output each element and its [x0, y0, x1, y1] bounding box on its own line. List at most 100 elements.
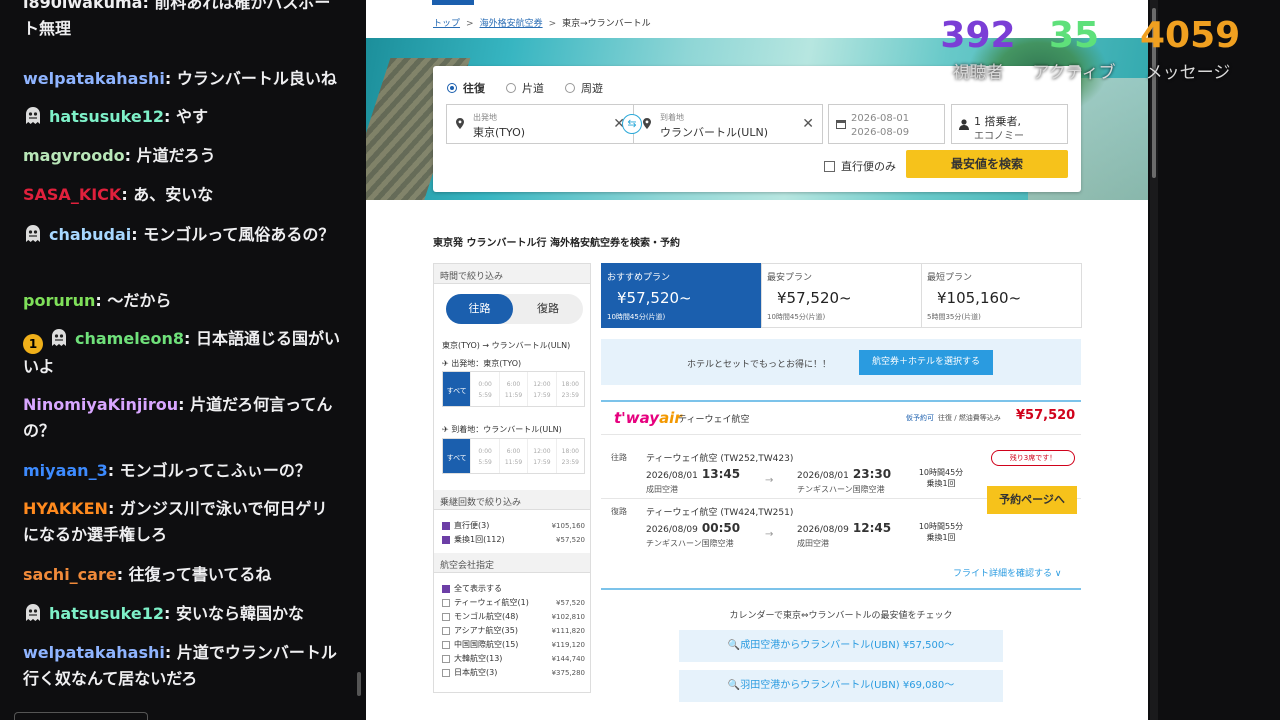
trip-type-roundtrip[interactable]: 往復: [447, 80, 485, 96]
page-scrollbar[interactable]: [1150, 0, 1158, 720]
plan-recommended[interactable]: おすすめプラン ¥57,520~ 10時間45分(片道): [601, 263, 762, 328]
website-viewport: トップ > 海外格安航空券 > 東京→ウランバートル 往復 片道 周遊 出発地 東京(T…: [366, 0, 1148, 720]
flight-detail-link[interactable]: フライト詳細を確認する ∨: [953, 566, 1061, 579]
breadcrumb: トップ > 海外格安航空券 > 東京→ウランバートル: [433, 19, 651, 29]
time-slot[interactable]: 18:00 23:59: [555, 372, 584, 406]
return-flight: ティーウェイ航空 (TW424,TW251): [646, 508, 794, 518]
swap-icon[interactable]: ⇆: [622, 114, 642, 134]
chat-message: HYAKKEN: ガンジス川で泳いで何日ゲリになるか選手権しろ: [23, 499, 328, 544]
stops-option-direct[interactable]: 直行便(3) ¥105,160: [442, 520, 585, 531]
plan-cheapest[interactable]: 最安プラン ¥57,520~ 10時間45分(片道): [761, 263, 922, 328]
haneda-calendar-button[interactable]: 🔍羽田空港からウランバートル(UBN) ¥69,080～: [679, 670, 1003, 702]
time-slot-all[interactable]: すべて: [443, 439, 471, 473]
time-slot[interactable]: 0:00 5:59: [470, 372, 498, 406]
return-label: 復路: [611, 507, 627, 516]
destination-value: ウランバートル(ULN): [660, 126, 768, 139]
chat-username[interactable]: magvroodo: [23, 146, 125, 165]
book-button[interactable]: 予約ページへ: [987, 486, 1077, 514]
chat-message: miyaan_3: モンゴルってこふぃーの？: [23, 461, 311, 480]
time-slot[interactable]: 12:00 17:59: [527, 439, 555, 473]
breadcrumb-overseas-link[interactable]: 海外格安航空券: [480, 19, 543, 29]
return-departure-airport: チンギスハーン国際空港: [646, 539, 734, 548]
total-price: ¥57,520: [1016, 408, 1076, 423]
chat-username[interactable]: hatsusuke12: [49, 604, 164, 623]
flight-hotel-button[interactable]: 航空券＋ホテルを選択する: [859, 350, 993, 375]
plan-shortest[interactable]: 最短プラン ¥105,160~ 5時間35分(片道): [921, 263, 1082, 328]
screen: l890iwakuma: 前科あれは確かパスポート無理 welpatakahash…: [0, 0, 1280, 720]
trip-type-multicity[interactable]: 周遊: [565, 80, 603, 96]
ghost-emote-icon: [23, 106, 43, 126]
time-slot[interactable]: 18:00 23:59: [555, 439, 584, 473]
chat-username[interactable]: chabudai: [49, 225, 131, 244]
chat-input-edge[interactable]: [14, 712, 148, 720]
chat-message: hatsusuke12: やす: [23, 104, 343, 130]
option-price: ¥375,280: [551, 668, 585, 677]
chat-message: porurun: ～だから: [23, 291, 172, 310]
airline-option[interactable]: 中国国際航空(15) ¥119,120: [442, 639, 585, 650]
passenger-field[interactable]: 1 搭乗者, エコノミー: [951, 104, 1068, 144]
toggle-return[interactable]: 復路: [513, 294, 583, 324]
radio-icon: [506, 83, 516, 93]
clear-destination-icon[interactable]: ✕: [802, 116, 814, 132]
outbound-arrival-airport: チンギスハーン国際空港: [797, 485, 885, 494]
origin-field[interactable]: 出発地 東京(TYO) ✕: [446, 104, 634, 144]
return-departure: 2026/08/09 00:50: [646, 521, 741, 535]
date-field[interactable]: 2026-08-01 2026-08-09: [828, 104, 945, 144]
trip-type-oneway[interactable]: 片道: [506, 80, 544, 96]
chat-username[interactable]: welpatakahashi: [23, 643, 165, 662]
return-date: 2026-08-09: [851, 127, 910, 138]
toggle-outbound[interactable]: 往路: [446, 294, 513, 324]
chat-username[interactable]: SASA_KICK: [23, 185, 121, 204]
airline-option[interactable]: 大韓航空(13) ¥144,740: [442, 653, 585, 664]
airline-option[interactable]: 日本航空(3) ¥375,280: [442, 667, 585, 678]
search-button[interactable]: 最安値を検索: [906, 150, 1068, 178]
calendar-icon: [836, 120, 846, 129]
airline-option[interactable]: アシアナ航空(35) ¥111,820: [442, 625, 585, 636]
checkbox-icon: [442, 598, 450, 607]
chat-username[interactable]: sachi_care: [23, 565, 117, 584]
breadcrumb-top-link[interactable]: トップ: [433, 19, 460, 29]
chat-username[interactable]: porurun: [23, 291, 95, 310]
option-label: 中国国際航空(15): [454, 640, 519, 649]
chat-username[interactable]: HYAKKEN: [23, 499, 108, 518]
chat-username[interactable]: hatsusuke12: [49, 107, 164, 126]
chat-scrollbar[interactable]: [357, 672, 361, 696]
airline-option[interactable]: ティーウェイ航空(1) ¥57,520: [442, 597, 585, 608]
return-arrival-airport: 成田空港: [797, 539, 829, 548]
viewer-label: 視聴者: [952, 63, 1004, 83]
time-slot[interactable]: 6:00 11:59: [498, 372, 527, 406]
arrival-time-slider[interactable]: すべて 0:00 5:59 6:00 11:59 12:00 17:59 18:…: [442, 438, 585, 474]
chat-username[interactable]: welpatakahashi: [23, 69, 165, 88]
departure-time-slider[interactable]: すべて 0:00 5:59 6:00 11:59 12:00 17:59 18:…: [442, 371, 585, 407]
chat-username[interactable]: chameleon8: [75, 329, 184, 348]
stops-filter-heading: 乗継回数で絞り込み: [434, 490, 590, 510]
ghost-emote-icon: [49, 328, 69, 348]
option-price: ¥102,810: [551, 612, 585, 621]
plan-label: 最短プラン: [927, 273, 973, 283]
time-slot[interactable]: 6:00 11:59: [498, 439, 527, 473]
departure-date: 2026-08-01: [851, 113, 910, 124]
destination-field[interactable]: 到着地 ウランバートル(ULN) ✕: [633, 104, 823, 144]
chat-username[interactable]: l890iwakuma: [23, 0, 142, 12]
chat-text: モンゴルって風俗あるの？: [143, 225, 335, 244]
chat-message: SASA_KICK: あ、安いな: [23, 185, 214, 204]
time-filter-heading: 時間で絞り込み: [434, 264, 590, 284]
plane-takeoff-icon: ✈: [442, 359, 452, 368]
chat-message: l890iwakuma: 前科あれは確かパスポート無理: [23, 0, 343, 42]
viewer-count: 392: [940, 15, 1016, 56]
airline-option[interactable]: 全て表示する: [442, 583, 585, 594]
origin-value: 東京(TYO): [473, 126, 526, 139]
chat-username[interactable]: miyaan_3: [23, 461, 108, 480]
outbound-departure-airport: 成田空港: [646, 485, 678, 494]
stops-option-one[interactable]: 乗換1回(112) ¥57,520: [442, 534, 585, 545]
narita-calendar-button[interactable]: 🔍成田空港からウランバートル(UBN) ¥57,500～: [679, 630, 1003, 662]
direct-only-checkbox[interactable]: 直行便のみ: [824, 158, 896, 174]
active-count: 35: [1048, 15, 1100, 56]
search-form: 往復 片道 周遊 出発地 東京(TYO) ✕ ⇆ 到着地 ウランバートル(ULN…: [433, 66, 1081, 192]
radio-label: 片道: [522, 82, 544, 95]
time-slot[interactable]: 0:00 5:59: [470, 439, 498, 473]
time-slot[interactable]: 12:00 17:59: [527, 372, 555, 406]
chat-username[interactable]: NinomiyaKinjirou: [23, 395, 178, 414]
time-slot-all[interactable]: すべて: [443, 372, 471, 406]
airline-option[interactable]: モンゴル航空(48) ¥102,810: [442, 611, 585, 622]
